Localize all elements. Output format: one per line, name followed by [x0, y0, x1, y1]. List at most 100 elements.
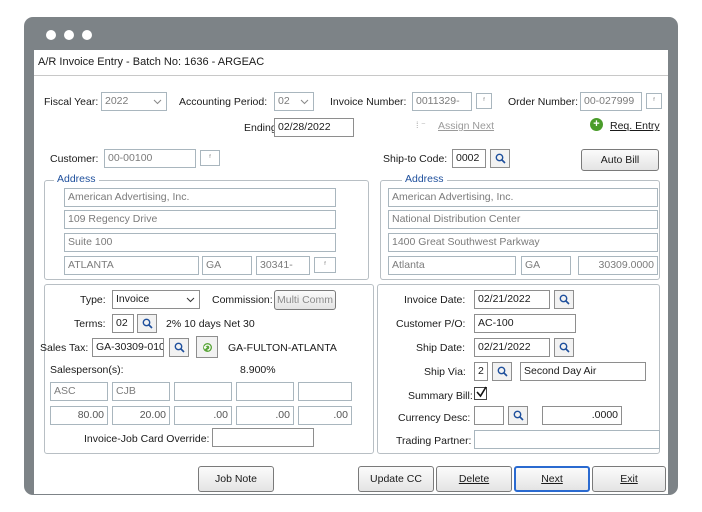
terms-label: Terms: [74, 318, 106, 330]
add-circle-icon: + [590, 118, 603, 131]
search-icon[interactable] [490, 149, 510, 168]
search-icon[interactable] [137, 314, 157, 333]
salesperson-percent-field[interactable]: .00 [236, 406, 294, 425]
override-field[interactable] [212, 428, 314, 447]
assign-next-button[interactable]: Assign Next [438, 120, 494, 132]
next-button[interactable]: Next [514, 466, 590, 492]
chevron-down-icon [150, 95, 164, 108]
terms-field[interactable]: 02 [112, 314, 134, 333]
customer-address-line2: Suite 100 [64, 233, 336, 252]
salesperson-field[interactable]: ASC [50, 382, 108, 401]
chevron-down-icon [183, 293, 197, 306]
customer-label: Customer: [50, 153, 99, 165]
ship-via-label: Ship Via: [424, 366, 466, 378]
auto-bill-button[interactable]: Auto Bill [581, 149, 659, 171]
accounting-period-value: 02 [278, 95, 290, 107]
currency-rate-field[interactable]: .0000 [542, 406, 622, 425]
window-title: A/R Invoice Entry - Batch No: 1636 - ARG… [34, 50, 668, 76]
accounting-period-select[interactable]: 02 [274, 92, 314, 111]
terms-description: 2% 10 days Net 30 [166, 318, 255, 330]
lookup-tick-icon[interactable]: ᶠ [476, 93, 492, 109]
customer-state-field: GA [202, 256, 252, 275]
type-label: Type: [80, 294, 106, 306]
customer-address-line1: 109 Regency Drive [64, 210, 336, 229]
window-dot [46, 30, 56, 40]
invoice-date-field[interactable]: 02/21/2022 [474, 290, 550, 309]
checkmark-icon [476, 386, 487, 398]
trading-partner-field [474, 430, 660, 449]
currency-field[interactable] [474, 406, 504, 425]
customer-name-field: American Advertising, Inc. [64, 188, 336, 207]
ship-date-field[interactable]: 02/21/2022 [474, 338, 550, 357]
salesperson-field[interactable] [236, 382, 294, 401]
req-entry-button[interactable]: Req. Entry [610, 120, 660, 132]
trading-partner-label: Trading Partner: [396, 435, 472, 447]
salesperson-field[interactable]: CJB [112, 382, 170, 401]
salesperson-percent-field[interactable]: 20.00 [112, 406, 170, 425]
search-icon[interactable] [492, 362, 512, 381]
salesperson-label: Salesperson(s): [50, 364, 124, 376]
ending-date-field: 02/28/2022 [274, 118, 354, 137]
salesperson-field[interactable] [298, 382, 352, 401]
refresh-icon[interactable] [196, 336, 218, 358]
salesperson-percent-field[interactable]: .00 [174, 406, 232, 425]
window-dot [82, 30, 92, 40]
summary-bill-checkbox[interactable] [474, 386, 487, 400]
multi-comm-button[interactable]: Multi Comm [274, 290, 336, 310]
lookup-tick-icon[interactable]: ᶠ [646, 93, 662, 109]
sales-tax-description: GA-FULTON-ATLANTA [228, 342, 337, 354]
salesperson-percent-field[interactable]: .00 [298, 406, 352, 425]
update-cc-button[interactable]: Update CC [358, 466, 434, 492]
invoice-number-label: Invoice Number: [330, 96, 407, 108]
shipto-name-field: American Advertising, Inc. [388, 188, 658, 207]
delete-button[interactable]: Delete [436, 466, 512, 492]
shipto-zip-field: 30309.0000 [578, 256, 658, 275]
accounting-period-label: Accounting Period: [179, 96, 268, 108]
shipto-address-line1: National Distribution Center [388, 210, 658, 229]
shipto-address-line2: 1400 Great Southwest Parkway [388, 233, 658, 252]
fiscal-year-select[interactable]: 2022 [101, 92, 167, 111]
search-icon[interactable] [508, 406, 528, 425]
invoice-date-label: Invoice Date: [404, 294, 466, 306]
customer-city-field: ATLANTA [64, 256, 199, 275]
assign-next-icon: ⁞ ⁻ [416, 120, 426, 130]
order-number-field[interactable]: 00-027999 [580, 92, 642, 111]
shipto-address-legend: Address [402, 173, 447, 185]
ship-date-label: Ship Date: [416, 342, 466, 354]
search-icon[interactable] [169, 338, 189, 357]
window-dots [46, 30, 92, 40]
commission-label: Commission: [212, 294, 273, 306]
order-number-label: Order Number: [508, 96, 579, 108]
shipto-state-field: GA [521, 256, 571, 275]
salesperson-percent-field[interactable]: 80.00 [50, 406, 108, 425]
tax-rate: 8.900% [240, 364, 276, 376]
customer-zip-field: 30341- [256, 256, 310, 275]
shipto-city-field: Atlanta [388, 256, 516, 275]
fiscal-year-label: Fiscal Year: [44, 96, 99, 108]
salesperson-field[interactable] [174, 382, 232, 401]
lookup-tick-icon[interactable]: ᶠ [314, 257, 336, 273]
ship-to-code-field[interactable]: 0002 [452, 149, 486, 168]
ship-via-description: Second Day Air [520, 362, 646, 381]
type-value: Invoice [116, 293, 150, 305]
fiscal-year-value: 2022 [105, 95, 129, 107]
override-label: Invoice-Job Card Override: [84, 433, 210, 445]
exit-button[interactable]: Exit [592, 466, 666, 492]
window-dot [64, 30, 74, 40]
type-select[interactable]: Invoice [112, 290, 200, 309]
customer-po-field[interactable]: AC-100 [474, 314, 576, 333]
currency-desc-label: Currency Desc: [398, 412, 471, 424]
customer-address-legend: Address [54, 173, 99, 185]
sales-tax-label: Sales Tax: [40, 342, 89, 354]
search-icon[interactable] [554, 290, 574, 309]
customer-field[interactable]: 00-00100 [104, 149, 196, 168]
lookup-tick-icon[interactable]: ᶠ [200, 150, 220, 166]
invoice-entry-window: A/R Invoice Entry - Batch No: 1636 - ARG… [34, 50, 668, 494]
chevron-down-icon [297, 95, 311, 108]
invoice-number-field[interactable]: 0011329- [412, 92, 472, 111]
job-note-button[interactable]: Job Note [198, 466, 274, 492]
sales-tax-field[interactable]: GA-30309-010 [92, 338, 164, 357]
ship-to-code-label: Ship-to Code: [383, 153, 448, 165]
search-icon[interactable] [554, 338, 574, 357]
ship-via-field[interactable]: 2 [474, 362, 488, 381]
